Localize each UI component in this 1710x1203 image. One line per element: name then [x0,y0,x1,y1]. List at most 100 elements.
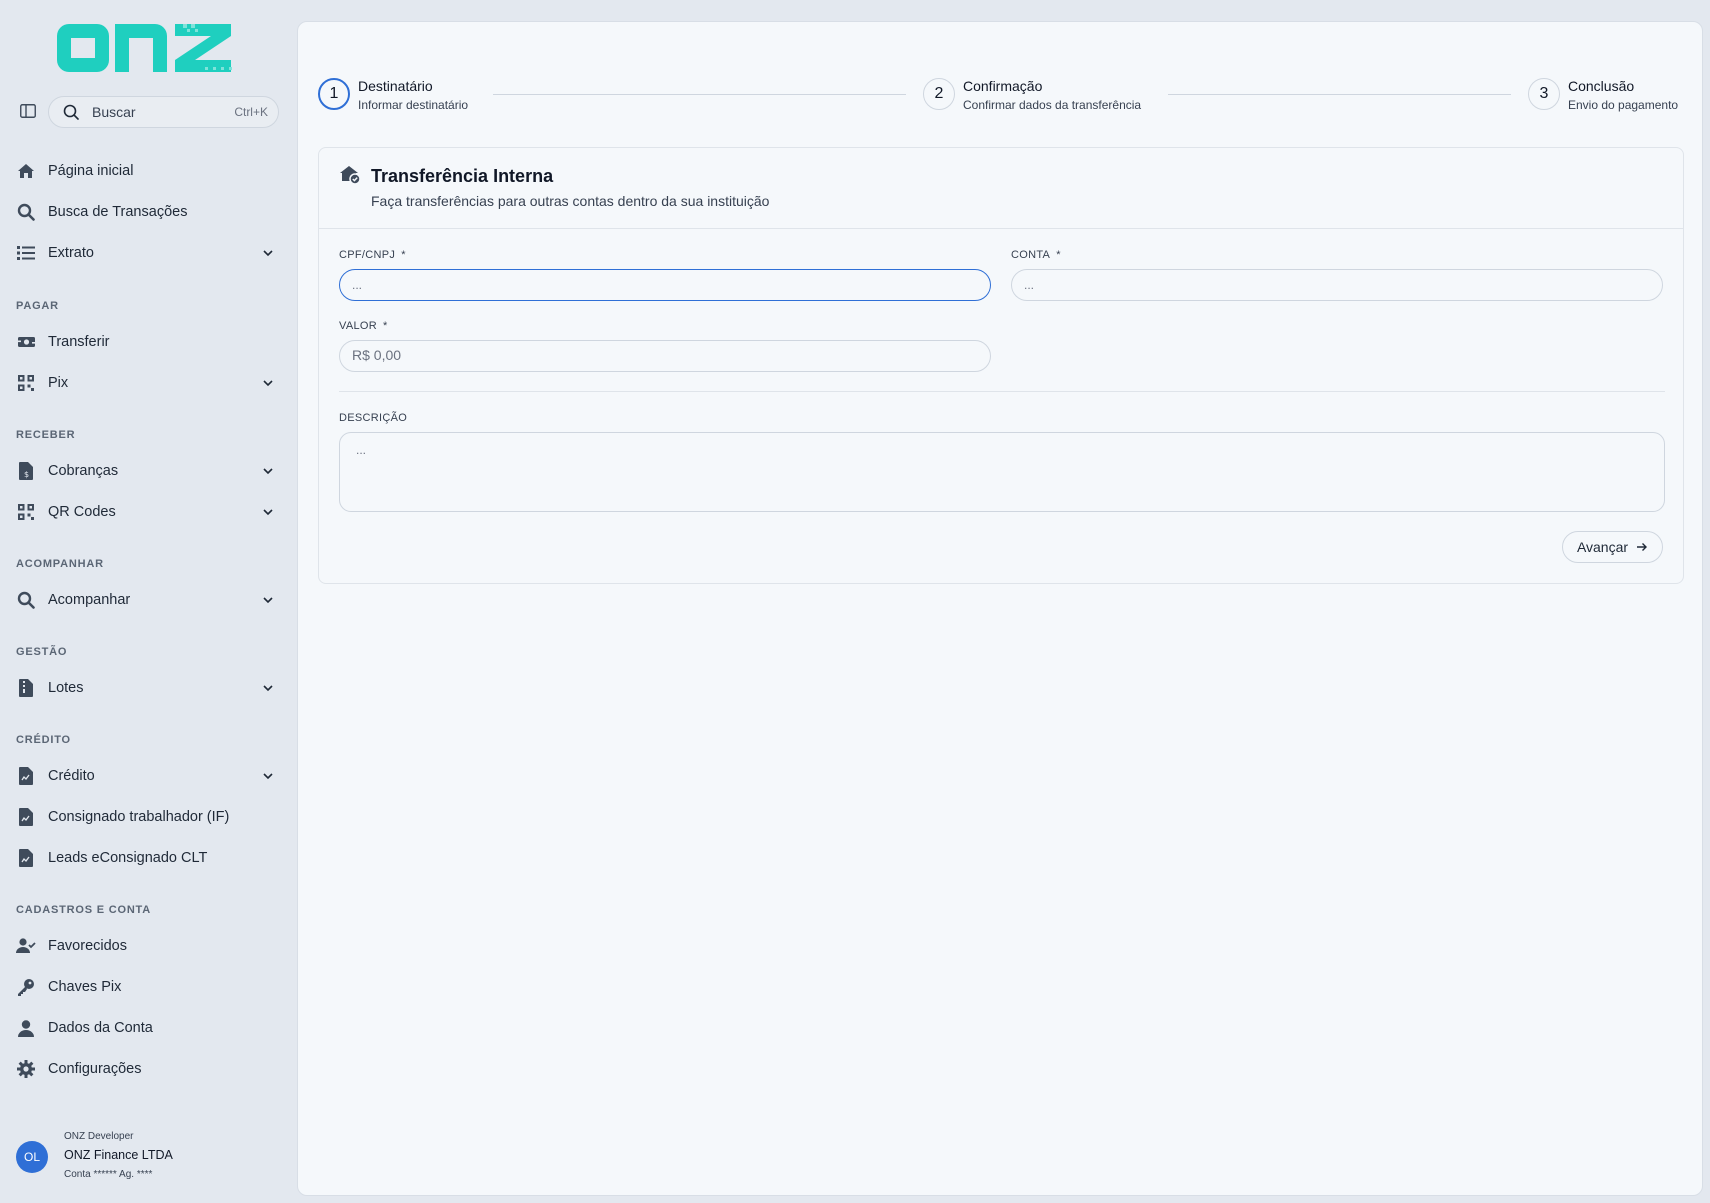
step-recipient: 1 Destinatário Informar destinatário [318,78,498,118]
chevron-down-icon [263,773,273,780]
card-header: Transferência Interna Faça transferência… [319,148,1683,229]
sidebar-item-transfer[interactable]: Transferir [0,324,297,360]
arrow-right-icon [1636,541,1648,553]
sidebar-item-label: Crédito [48,768,95,784]
chevron-down-icon [263,597,273,604]
step-connector [493,94,906,95]
home-icon [16,161,36,181]
sidebar-item-credit[interactable]: Crédito [0,758,297,794]
sidebar-item-label: Chaves Pix [48,979,122,995]
sidebar-item-leads[interactable]: Leads eConsignado CLT [0,840,297,876]
file-zip-icon [16,678,36,698]
file-signature-icon [16,807,36,827]
step-title: Conclusão [1568,78,1635,94]
sidebar-item-statement[interactable]: Extrato [0,235,297,271]
step-title: Confirmação [963,78,1043,94]
section-title-management: GESTÃO [16,646,68,658]
section-title-track: ACOMPANHAR [16,558,104,570]
bank-house-icon [340,166,361,185]
sidebar-item-pix[interactable]: Pix [0,365,297,401]
section-title-credit: CRÉDITO [16,734,71,746]
sidebar: Buscar Ctrl+K Página inicial Busca de Tr… [0,0,297,1203]
qr-code-icon [16,502,36,522]
sidebar-item-label: Busca de Transações [48,204,188,220]
sidebar-item-settings[interactable]: Configurações [0,1051,297,1087]
file-signature-icon [16,848,36,868]
card-subtitle: Faça transferências para outras contas d… [371,193,770,209]
sidebar-item-qr-codes[interactable]: QR Codes [0,494,297,530]
section-title-account: CADASTROS E CONTA [16,904,152,916]
svg-text:$: $ [24,470,29,479]
sidebar-item-batches[interactable]: Lotes [0,670,297,706]
sidebar-item-track[interactable]: Acompanhar [0,582,297,618]
main-panel: 1 Destinatário Informar destinatário 2 C… [297,21,1703,1196]
panel-left-icon [20,104,36,118]
sidebar-item-label: Consignado trabalhador (IF) [48,809,230,825]
user-role: ONZ Developer [64,1131,134,1142]
sidebar-item-label: Pix [48,375,69,391]
required-marker: * [401,249,406,261]
sidebar-item-label: Cobranças [48,463,119,479]
sidebar-item-label: Página inicial [48,163,134,179]
key-icon [16,977,36,997]
search-icon [63,104,79,120]
sidebar-item-label: Extrato [48,245,94,261]
list-icon [16,243,36,263]
description-textarea[interactable] [339,432,1665,512]
invoice-dollar-icon: $ [16,461,36,481]
cpf-cnpj-label: CPF/CNPJ * [339,249,406,261]
sidebar-item-label: Dados da Conta [48,1020,153,1036]
sidebar-item-charges[interactable]: $ Cobranças [0,453,297,489]
required-marker: * [1056,249,1061,261]
sidebar-toggle-button[interactable] [18,102,38,120]
cpf-cnpj-input[interactable] [339,269,991,301]
step-confirmation: 2 Confirmação Confirmar dados da transfe… [923,78,1163,118]
field-label-text: VALOR [339,320,377,332]
account-input[interactable] [1011,269,1663,301]
step-title: Destinatário [358,78,433,94]
field-label-text: CPF/CNPJ [339,249,396,261]
chevron-down-icon [263,250,273,257]
chevron-down-icon [263,509,273,516]
sidebar-item-home[interactable]: Página inicial [0,153,297,189]
step-connector [1168,94,1511,95]
sidebar-item-label: Lotes [48,680,84,696]
sidebar-item-label: QR Codes [48,504,116,520]
sidebar-item-payroll-loan[interactable]: Consignado trabalhador (IF) [0,799,297,835]
account-label: CONTA * [1011,249,1061,261]
search-label: Buscar [92,104,136,120]
sidebar-item-payees[interactable]: Favorecidos [0,928,297,964]
sidebar-item-account-data[interactable]: Dados da Conta [0,1010,297,1046]
field-label-text: DESCRIÇÃO [339,412,408,424]
next-button[interactable]: Avançar [1562,531,1663,563]
sidebar-item-label: Transferir [48,334,110,350]
sidebar-item-label: Leads eConsignado CLT [48,850,208,866]
chevron-down-icon [263,685,273,692]
gear-icon [16,1059,36,1079]
amount-input[interactable] [339,340,991,372]
card-title: Transferência Interna [371,166,554,186]
step-subtitle: Informar destinatário [358,98,469,112]
step-number: 2 [923,78,955,110]
value-label: VALOR * [339,320,388,332]
file-signature-icon [16,766,36,786]
account-number: Conta ****** Ag. **** [64,1169,153,1180]
qr-code-icon [16,373,36,393]
section-title-pay: PAGAR [16,300,59,312]
section-title-receive: RECEBER [16,429,76,441]
user-check-icon [16,936,36,956]
sidebar-item-pix-keys[interactable]: Chaves Pix [0,969,297,1005]
field-label-text: CONTA [1011,249,1051,261]
step-number: 1 [318,78,350,110]
user-account-menu[interactable]: OL ONZ Developer ONZ Finance LTDA Conta … [16,1131,286,1183]
required-marker: * [382,320,388,332]
description-label: DESCRIÇÃO [339,412,407,424]
sidebar-item-transaction-search[interactable]: Busca de Transações [0,194,297,230]
form-divider [339,391,1665,392]
step-subtitle: Confirmar dados da transferência [963,98,1142,112]
avatar: OL [16,1141,48,1173]
onz-logo[interactable] [55,22,237,74]
search-input[interactable]: Buscar Ctrl+K [48,96,279,128]
chevron-down-icon [263,468,273,475]
search-shortcut: Ctrl+K [234,105,268,119]
